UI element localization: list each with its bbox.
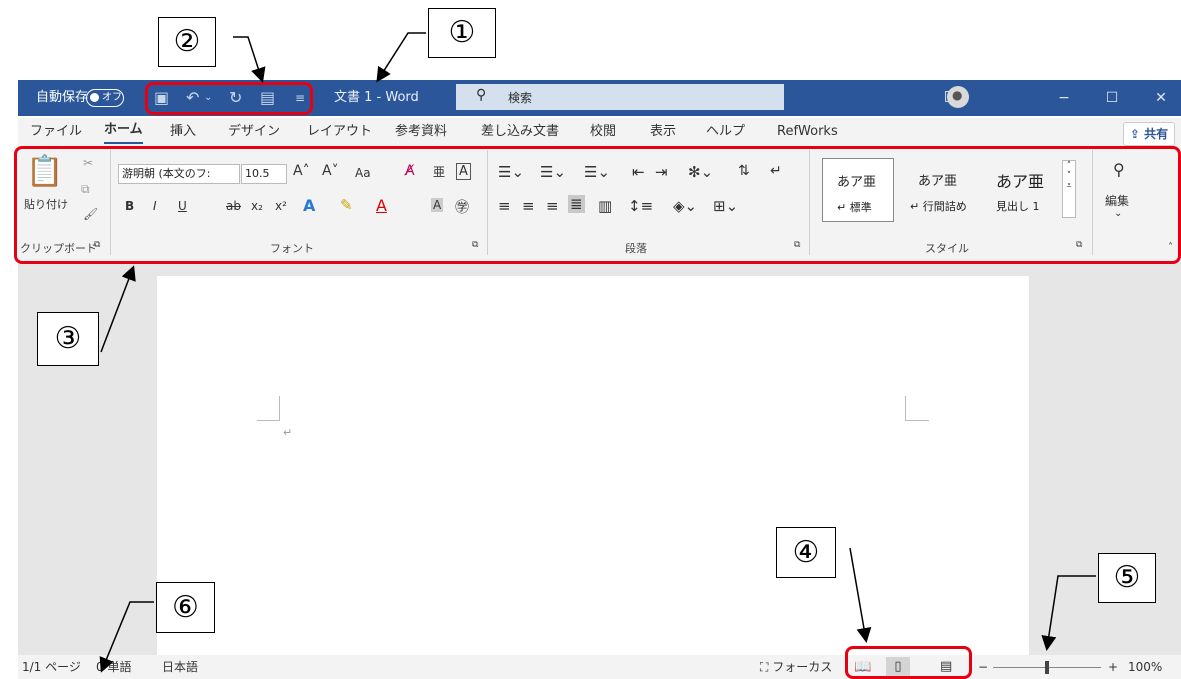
arrow-3 (100, 265, 136, 353)
annotation-arrows (99, 32, 1096, 673)
arrow-2 (233, 36, 266, 83)
arrow-1 (376, 32, 426, 83)
arrow-4 (849, 547, 872, 643)
arrow-5 (1041, 575, 1096, 651)
arrow-6 (99, 601, 154, 673)
